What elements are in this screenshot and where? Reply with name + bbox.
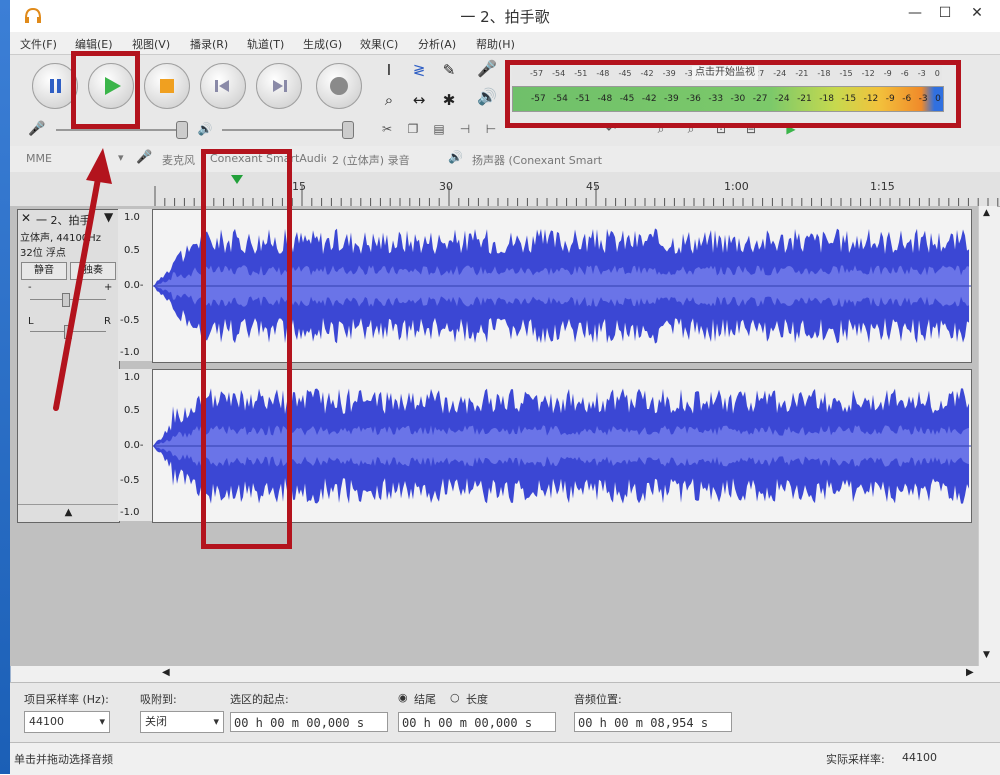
annotation-arrow [53,148,112,411]
